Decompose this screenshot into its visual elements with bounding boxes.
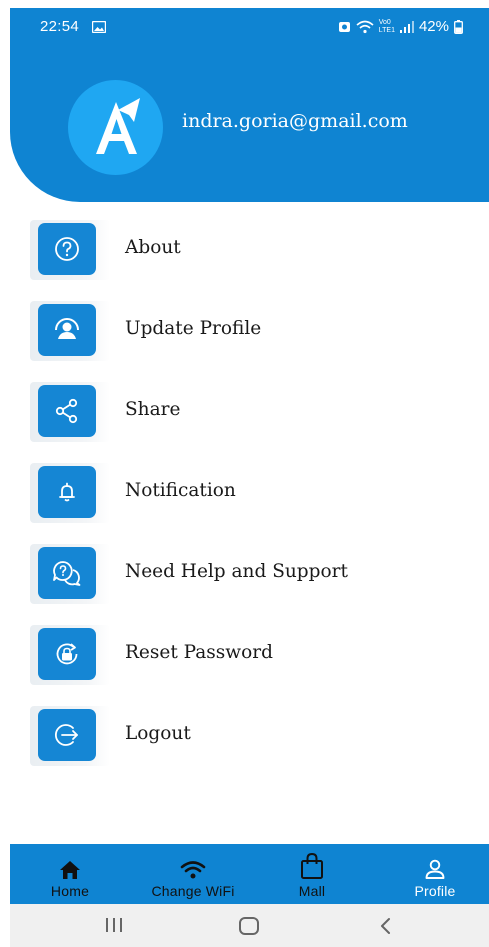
menu-item-share[interactable]: Share <box>30 382 450 442</box>
user-circle-icon <box>38 304 96 356</box>
menu-label-logout: Logout <box>125 723 191 744</box>
menu-label-notification: Notification <box>125 480 236 501</box>
user-email: indra.goria@gmail.com <box>182 110 408 132</box>
app-logo-icon <box>96 98 140 154</box>
nav-tab-mall[interactable]: Mall <box>285 844 339 904</box>
share-icon <box>38 385 96 437</box>
status-time: 22:54 <box>40 18 80 35</box>
chat-question-icon <box>38 547 96 599</box>
home-icon <box>59 850 81 880</box>
nav-label-profile: Profile <box>414 883 456 899</box>
avatar[interactable] <box>68 80 163 175</box>
wifi-icon <box>180 850 206 880</box>
menu-item-update-profile[interactable]: Update Profile <box>30 301 450 361</box>
wifi-calling-icon <box>356 20 374 34</box>
gallery-notification-icon <box>91 20 107 38</box>
shopping-bag-icon <box>300 850 324 880</box>
nav-label-change-wifi: Change WiFi <box>151 883 235 899</box>
bell-icon <box>38 466 96 518</box>
battery-icon <box>454 19 463 34</box>
nav-label-mall: Mall <box>298 883 326 899</box>
lock-reset-icon <box>38 628 96 680</box>
menu-label-share: Share <box>125 399 181 420</box>
bottom-navigation: Home Change WiFi Mall Profile <box>10 844 489 904</box>
menu-label-reset-password: Reset Password <box>125 642 273 663</box>
person-icon <box>424 850 446 880</box>
back-button-icon[interactable] <box>378 916 392 941</box>
profile-header: 22:54 Vo0 LTE1 42% indra.goria@gmail.com <box>10 8 489 202</box>
nav-label-home: Home <box>50 883 90 899</box>
network-label-top: Vo0 <box>378 18 391 26</box>
recent-apps-icon[interactable] <box>104 916 124 939</box>
network-label-bottom: LTE1 <box>378 26 395 34</box>
menu-item-help-support[interactable]: Need Help and Support <box>30 544 450 604</box>
nav-tab-home[interactable]: Home <box>37 844 103 904</box>
nav-tab-change-wifi[interactable]: Change WiFi <box>137 844 249 904</box>
menu-item-about[interactable]: About <box>30 220 450 280</box>
menu-item-notification[interactable]: Notification <box>30 463 450 523</box>
battery-level: 42% <box>418 18 449 35</box>
menu-label-about: About <box>125 237 181 258</box>
menu-label-help-support: Need Help and Support <box>125 561 348 582</box>
menu-item-reset-password[interactable]: Reset Password <box>30 625 450 685</box>
home-button-icon[interactable] <box>238 916 260 941</box>
status-bar: 22:54 Vo0 LTE1 42% <box>10 8 489 48</box>
system-navigation-bar <box>10 904 489 947</box>
alarm-icon <box>338 20 351 33</box>
status-icons: Vo0 LTE1 42% <box>338 18 463 35</box>
nav-tab-profile[interactable]: Profile <box>405 844 465 904</box>
menu-item-logout[interactable]: Logout <box>30 706 450 766</box>
menu-label-update-profile: Update Profile <box>125 318 262 339</box>
help-circle-icon <box>38 223 96 275</box>
logout-icon <box>38 709 96 761</box>
signal-bars-icon <box>399 20 414 33</box>
lte-signal-indicator: Vo0 LTE1 <box>379 19 395 35</box>
